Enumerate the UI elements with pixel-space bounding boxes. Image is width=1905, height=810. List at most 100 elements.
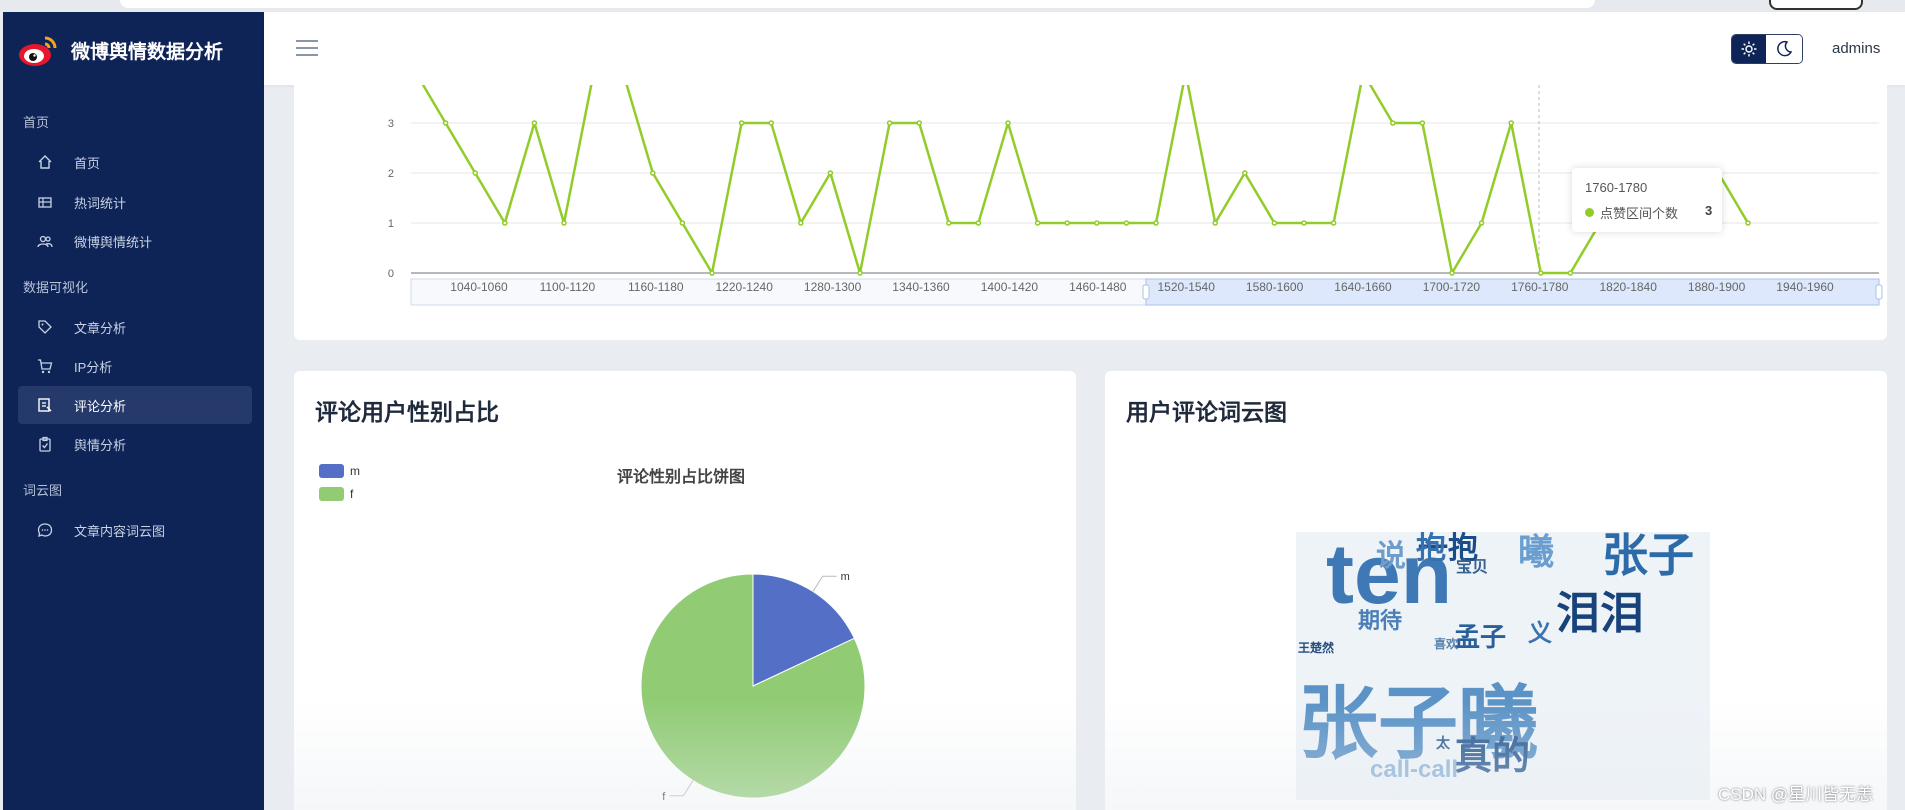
sun-icon[interactable] [1732,35,1766,63]
wordcloud-word: 孟子 [1454,622,1507,652]
data-point [1508,120,1514,126]
sidebar-item-label: 首页 [74,155,101,171]
x-tick-label: 1520-1540 [1158,280,1216,294]
data-point [650,170,656,176]
wordcloud-word: 王楚然 [1298,641,1335,655]
data-point [1242,170,1248,176]
tooltip-series-dot [1585,208,1594,217]
data-point [561,220,567,226]
chart-tooltip: 1760-1780 点赞区间个数 3 [1572,168,1722,232]
wordcloud-word: 抱 [1416,532,1446,565]
sidebar-item-label: 文章内容词云图 [74,523,166,539]
series-line [421,85,1750,275]
data-point [768,120,774,126]
data-point [1330,220,1337,226]
sidebar-item-article-analysis[interactable]: 文章分析 [18,308,252,346]
wordcloud-word: call-call [1370,756,1459,783]
wordcloud-word: 曦 [1518,532,1555,572]
sidebar-item-hot-words[interactable]: 热词统计 [18,183,252,221]
x-tick-label: 1760-1780 [1511,280,1569,294]
x-tick-label: 1700-1720 [1423,280,1481,294]
sidebar-item-opinion-analysis[interactable]: 舆情分析 [18,425,252,463]
x-tick-label: 1340-1360 [892,280,950,294]
data-point [1153,220,1159,226]
gender-pie-chart: mf [640,571,866,803]
sidebar-item-article-wordcloud[interactable]: 文章内容词云图 [18,511,252,549]
data-point [442,120,449,126]
weibo-logo-icon [17,30,61,70]
pie-label-m: m [841,571,850,583]
sidebar-item-comment-analysis[interactable]: 评论分析 [18,386,252,424]
data-point [531,120,538,126]
wordcloud-word: 喜欢 [1434,637,1459,651]
data-point [1745,220,1751,226]
clipboard-icon [36,435,54,453]
data-point [1449,270,1455,276]
data-point [709,270,715,276]
x-tick-label: 1820-1840 [1600,280,1658,294]
report-icon [36,396,54,414]
tag-icon [36,318,54,336]
datazoom-handle-right [1875,284,1883,300]
wordcloud-word: 期待 [1358,608,1403,633]
data-point [916,120,922,126]
datazoom-handle-left [1142,284,1150,300]
data-point [1567,270,1574,276]
wordcloud-word: 太 [1436,735,1450,751]
tooltip-title: 1760-1780 [1585,180,1648,195]
data-point [1538,270,1544,276]
users-icon [36,232,54,250]
user-name[interactable]: admins [1832,40,1880,57]
sidebar-item-label: 文章分析 [74,320,127,336]
sidebar-item-ip-analysis[interactable]: IP分析 [18,347,252,385]
app-title: 微博舆情数据分析 [71,41,224,63]
pie-label-line [812,575,837,592]
wordcloud-word: 真的 [1454,736,1531,778]
data-point [1123,220,1130,226]
y-tick-label: 3 [388,118,394,130]
data-point [1271,220,1278,226]
sidebar-item-label: IP分析 [74,359,113,375]
data-point [738,120,745,126]
x-tick-label: 1880-1900 [1688,280,1746,294]
menu-toggle-icon[interactable] [296,40,318,58]
gender-pie-card: 评论用户性别占比 m f 评论性别占比饼图 mf [294,371,1076,810]
data-point [975,220,982,226]
toggle-fragment [1769,0,1863,10]
data-point [1064,220,1070,226]
x-tick-label: 1580-1600 [1246,280,1304,294]
data-point [1005,120,1011,126]
x-tick-label: 1220-1240 [716,280,774,294]
y-tick-label: 2 [388,168,394,180]
brand[interactable]: 微博舆情数据分析 [17,30,223,70]
data-point [1478,220,1485,226]
data-point [1094,220,1100,226]
x-tick-label: 1460-1480 [1069,280,1127,294]
x-tick-label: 1100-1120 [540,280,596,294]
data-point [502,220,508,226]
moon-icon[interactable] [1766,35,1802,63]
sidebar: 微博舆情数据分析 首页 首页 热词统计 微博舆情统计 数据可视化 文章分析 IP… [3,12,264,810]
comment-wordcloud-image: 张子曦 ten 张子 泪泪 一抱抱曦说孟子 真的 call-call 义宝贝 期待 王楚然 喜欢太 [1296,532,1710,800]
y-tick-label: 1 [388,218,394,230]
tooltip-series-label: 点赞区间个数 [1600,206,1679,221]
data-point [1390,120,1396,126]
wordcloud-word: 说 [1376,540,1406,573]
x-tick-label: 1280-1300 [804,280,862,294]
wordcloud-word: 宝贝 [1456,559,1489,576]
sidebar-item-weibo-stats[interactable]: 微博舆情统计 [18,222,252,260]
tooltip-value: 3 [1705,203,1713,218]
data-point [472,170,478,176]
sidebar-item-label: 微博舆情统计 [74,234,153,250]
address-bar[interactable] [120,0,1595,8]
data-point [679,220,686,226]
sidebar-item-home[interactable]: 首页 [18,143,252,181]
data-point [1034,220,1041,226]
data-point [827,170,834,176]
section-home: 首页 [23,115,50,130]
data-point [886,120,893,126]
theme-toggle[interactable] [1731,34,1803,64]
data-point [1212,220,1218,226]
chat-icon [36,521,54,539]
wordcloud-word: 义 [1528,620,1552,647]
